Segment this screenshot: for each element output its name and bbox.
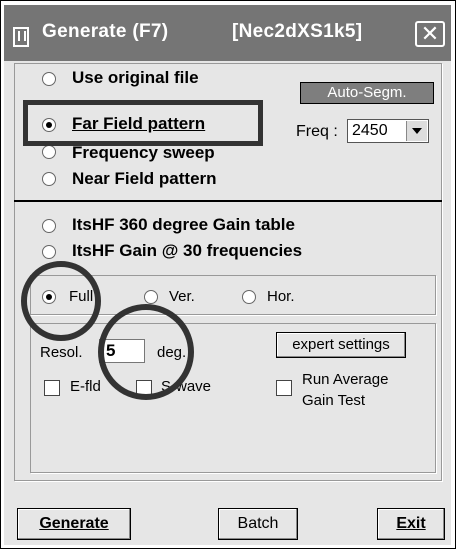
label-itshf-360: ItsHF 360 degree Gain table (72, 215, 295, 234)
radio-itshf-30[interactable] (42, 245, 56, 259)
chevron-down-icon[interactable] (406, 121, 427, 141)
expert-settings-button[interactable]: expert settings (276, 332, 406, 358)
resol-label: Resol. (40, 344, 83, 361)
label-near-field: Near Field pattern (72, 169, 217, 188)
freq-select[interactable]: 2450 (347, 119, 429, 143)
divider (14, 200, 442, 202)
label-ver: Ver. (169, 288, 195, 305)
batch-button[interactable]: Batch (218, 508, 298, 540)
close-button[interactable]: ✕ (415, 21, 445, 47)
radio-use-original[interactable] (42, 72, 56, 86)
highlight-circle-resol (98, 304, 194, 400)
highlight-rectangle (23, 100, 263, 146)
radio-ver[interactable] (144, 290, 158, 304)
label-efld: E-fld (70, 378, 101, 395)
label-run-average: Run Average (302, 371, 389, 388)
exit-label: Exit (396, 515, 426, 532)
auto-segm-button[interactable]: Auto-Segm. (300, 82, 434, 104)
label-use-original: Use original file (72, 68, 199, 87)
generate-label: Generate (39, 515, 109, 532)
checkbox-run-average[interactable] (276, 380, 292, 396)
batch-label: Batch (237, 515, 279, 532)
project-name: [Nec2dXS1k5] (232, 21, 363, 42)
dialog-title: Generate (F7) (42, 21, 169, 42)
radio-itshf-360[interactable] (42, 219, 56, 233)
radio-hor[interactable] (242, 290, 256, 304)
label-gain-test: Gain Test (302, 392, 366, 409)
label-hor: Hor. (267, 288, 295, 305)
radio-freq-sweep[interactable] (42, 145, 56, 159)
generate-button[interactable]: Generate (17, 508, 131, 540)
radio-near-field[interactable] (42, 172, 56, 186)
label-itshf-30: ItsHF Gain @ 30 frequencies (72, 241, 303, 260)
checkbox-efld[interactable] (44, 380, 60, 396)
app-icon (13, 27, 29, 47)
generate-dialog: Generate (F7) [Nec2dXS1k5] ✕ Use origina… (0, 0, 456, 549)
exit-button[interactable]: Exit (377, 508, 445, 540)
close-icon: ✕ (420, 21, 440, 46)
title-bar[interactable]: Generate (F7) [Nec2dXS1k5] ✕ (4, 5, 451, 61)
label-freq-sweep: Frequency sweep (72, 143, 215, 162)
highlight-circle-full (21, 261, 101, 341)
freq-label: Freq : (296, 123, 338, 140)
freq-value: 2450 (352, 122, 388, 139)
